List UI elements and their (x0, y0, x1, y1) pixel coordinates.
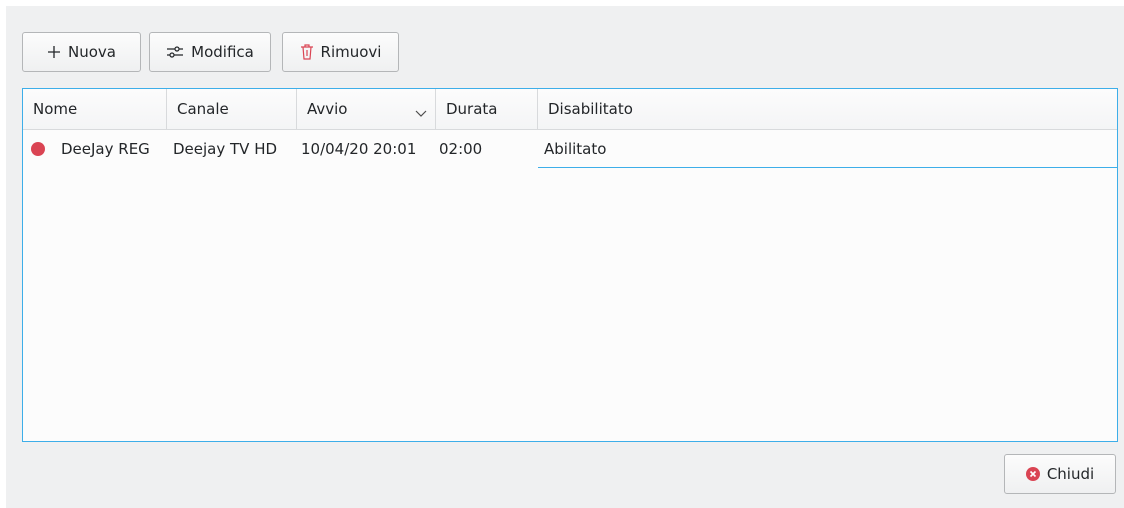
edit-timer-button[interactable]: Modifica (149, 32, 271, 72)
plus-icon (47, 45, 61, 59)
column-header-channel[interactable]: Canale (167, 89, 297, 129)
column-header-duration[interactable]: Durata (436, 89, 538, 129)
cell-start: 10/04/20 20:01 (301, 140, 417, 158)
remove-timer-label: Rimuovi (320, 43, 382, 61)
remove-timer-button[interactable]: Rimuovi (282, 32, 399, 72)
column-header-label: Avvio (307, 100, 348, 118)
record-dot-icon (31, 142, 45, 156)
column-header-disabled[interactable]: Disabilitato (538, 89, 1117, 129)
table-header: Nome Canale Avvio Durata Disabilitato (23, 89, 1117, 130)
column-header-label: Canale (177, 100, 229, 118)
timers-table[interactable]: Nome Canale Avvio Durata Disabilitato De… (22, 88, 1118, 442)
column-header-label: Durata (446, 100, 498, 118)
timers-dialog: Nuova Modifica Rimuovi Nome Canale Avvio… (6, 6, 1124, 508)
column-header-start[interactable]: Avvio (297, 89, 436, 129)
table-row[interactable]: DeeJay REG Deejay TV HD 10/04/20 20:01 0… (23, 130, 1118, 168)
column-header-label: Disabilitato (548, 100, 633, 118)
new-timer-button[interactable]: Nuova (22, 32, 141, 72)
chevron-down-icon (415, 104, 427, 122)
cell-name: DeeJay REG (61, 140, 150, 158)
sliders-icon (166, 45, 184, 59)
close-circle-icon (1025, 467, 1040, 481)
edit-timer-label: Modifica (191, 43, 254, 61)
cell-duration: 02:00 (439, 140, 483, 158)
close-label: Chiudi (1046, 465, 1095, 483)
cell-channel: Deejay TV HD (173, 140, 278, 158)
column-header-name[interactable]: Nome (23, 89, 167, 129)
cell-disabled[interactable]: Abilitato (544, 130, 606, 168)
new-timer-label: Nuova (68, 43, 116, 61)
column-header-label: Nome (33, 100, 78, 118)
close-button[interactable]: Chiudi (1004, 454, 1116, 494)
trash-icon (300, 44, 314, 60)
cell-editor-underline (538, 167, 1118, 168)
